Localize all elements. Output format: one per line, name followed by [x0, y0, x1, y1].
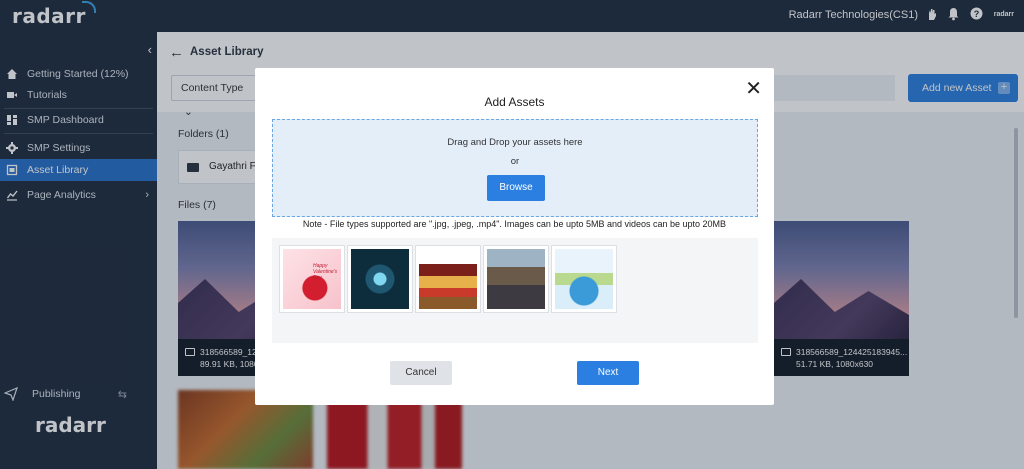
preview-thumbnail[interactable] [551, 245, 617, 313]
next-button[interactable]: Next [577, 361, 639, 385]
food-image [419, 249, 477, 309]
valentine-image: Happy Valentine's Day [283, 249, 341, 309]
travel-image [555, 249, 613, 309]
preview-thumbnail[interactable] [347, 245, 413, 313]
preview-thumbnail[interactable] [415, 245, 481, 313]
modal-title: Add Assets [484, 95, 545, 109]
browse-button[interactable]: Browse [487, 175, 545, 201]
or-text: or [510, 156, 520, 167]
drop-zone[interactable]: Drag and Drop your assets here or Browse [272, 119, 758, 217]
valentine-text: Happy Valentine's Day [313, 263, 338, 281]
add-assets-modal: Add Assets ✕ Drag and Drop your assets h… [255, 68, 774, 405]
preview-thumbnail[interactable]: Happy Valentine's Day [279, 245, 345, 313]
file-type-note: Note - File types supported are ".jpg, .… [302, 219, 727, 229]
technology-image [351, 249, 409, 309]
preview-thumbnail[interactable] [483, 245, 549, 313]
drop-text: Drag and Drop your assets here [447, 137, 583, 148]
preview-area: Happy Valentine's Day [272, 238, 758, 343]
market-image [487, 249, 545, 309]
cancel-button[interactable]: Cancel [390, 361, 452, 385]
close-icon[interactable]: ✕ [745, 79, 762, 99]
